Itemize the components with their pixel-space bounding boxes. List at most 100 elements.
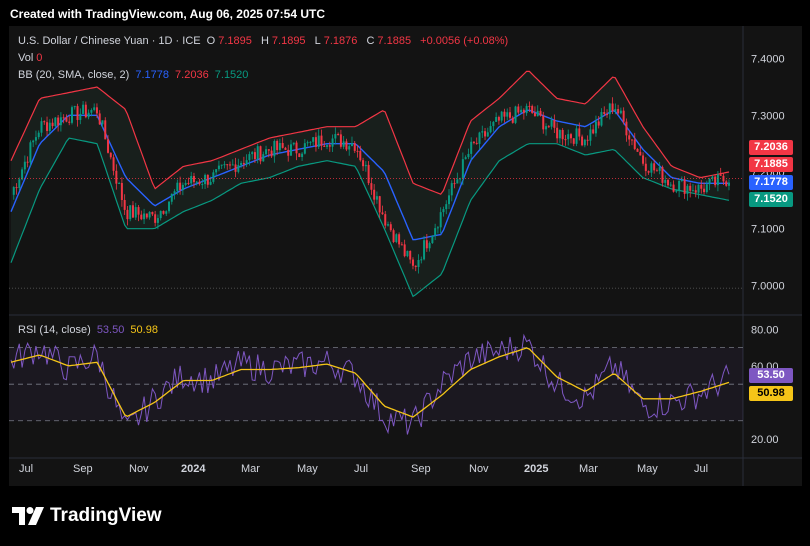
candle-body: [578, 128, 581, 137]
candle-body: [37, 132, 40, 138]
candle-body: [303, 143, 306, 154]
candle-body: [137, 207, 140, 215]
time-axis-tick: Nov: [129, 463, 149, 475]
candle-body: [586, 139, 589, 141]
candle-body: [23, 161, 26, 170]
candle-body: [686, 185, 689, 194]
candle-body: [420, 259, 423, 261]
candle-body: [256, 146, 259, 160]
candle-body: [217, 165, 220, 170]
candle-body: [431, 235, 434, 244]
candle-body: [689, 185, 692, 191]
candle-body: [21, 169, 24, 180]
candle-body: [683, 179, 686, 194]
time-axis-tick: Sep: [411, 463, 431, 475]
bb-lower-value: 7.1520: [214, 69, 249, 81]
tag-rsi: 53.50: [749, 368, 793, 383]
candle-body: [467, 153, 470, 158]
tradingview-logo[interactable]: TradingView: [12, 505, 162, 527]
time-axis-tick: Mar: [579, 463, 598, 475]
candle-body: [331, 138, 334, 147]
close-label: C: [366, 35, 375, 47]
candle-body: [714, 176, 717, 186]
candle-body: [212, 172, 215, 182]
change-value: +0.0056 (+0.08%): [420, 35, 509, 47]
candle-body: [295, 142, 298, 154]
candle-body: [251, 152, 254, 155]
candle-body: [223, 164, 226, 166]
candle-body: [270, 150, 273, 157]
tag-bb-basis: 7.1778: [749, 175, 793, 190]
candle-body: [129, 205, 132, 220]
candle-body: [68, 121, 71, 123]
candle-body: [653, 163, 656, 171]
candle-body: [450, 183, 453, 196]
candle-body: [156, 218, 159, 223]
candle-body: [589, 129, 592, 141]
candle-body: [423, 240, 426, 260]
candle-body: [536, 110, 539, 117]
candle-body: [259, 146, 262, 162]
candle-body: [245, 160, 248, 165]
candle-body: [342, 141, 345, 147]
candle-body: [547, 126, 550, 128]
candle-body: [456, 179, 459, 184]
candle-body: [495, 117, 498, 122]
candle-body: [378, 196, 381, 213]
candle-body: [411, 259, 414, 266]
candle-body: [190, 176, 193, 184]
tag-rsi-ma: 50.98: [749, 386, 793, 401]
candle-body: [522, 109, 525, 114]
candle-body: [104, 120, 107, 140]
candle-body: [70, 107, 73, 123]
candle-body: [226, 164, 229, 166]
candle-body: [359, 150, 362, 161]
candle-body: [572, 138, 575, 144]
candle-body: [154, 214, 157, 223]
candle-body: [528, 105, 531, 107]
candle-body: [597, 121, 600, 126]
candle-body: [356, 150, 359, 152]
candle-body: [18, 179, 21, 189]
rsi-legend: RSI (14, close) 53.50 50.98: [18, 324, 161, 336]
chart-svg[interactable]: 7.40007.30007.20007.10007.000080.0060.00…: [9, 26, 802, 486]
candle-body: [95, 107, 98, 114]
candle-body: [403, 244, 406, 257]
candle-body: [581, 136, 584, 146]
candle-body: [375, 196, 378, 200]
tag-bb-upper: 7.2036: [749, 140, 793, 155]
candle-body: [464, 157, 467, 160]
candle-body: [65, 117, 68, 122]
candle-body: [387, 224, 390, 226]
candle-body: [181, 184, 184, 191]
time-axis-tick: Nov: [469, 463, 489, 475]
time-axis-tick: 2024: [181, 463, 206, 475]
candle-body: [206, 174, 209, 185]
candle-body: [348, 146, 351, 150]
candle-body: [470, 141, 473, 154]
candle-body: [725, 181, 728, 186]
candle-body: [678, 180, 681, 191]
candle-body: [533, 112, 536, 117]
candle-body: [406, 250, 409, 257]
candle-body: [237, 165, 240, 172]
candle-body: [46, 122, 49, 131]
candle-body: [395, 234, 398, 243]
price-axis-tick: 7.4000: [751, 54, 785, 66]
candle-body: [658, 167, 661, 171]
candle-body: [234, 164, 237, 172]
candle-body: [661, 167, 664, 183]
candle-body: [445, 204, 448, 210]
candle-body: [262, 154, 265, 162]
candle-body: [384, 214, 387, 226]
candle-body: [691, 190, 694, 192]
candle-body: [176, 182, 179, 192]
candle-body: [184, 182, 187, 185]
candle-body: [481, 131, 484, 133]
candle-body: [334, 134, 337, 139]
candle-body: [675, 190, 678, 192]
low-value: 7.1876: [323, 35, 358, 47]
candle-body: [168, 201, 171, 212]
candle-body: [32, 140, 35, 143]
candle-body: [434, 228, 437, 236]
